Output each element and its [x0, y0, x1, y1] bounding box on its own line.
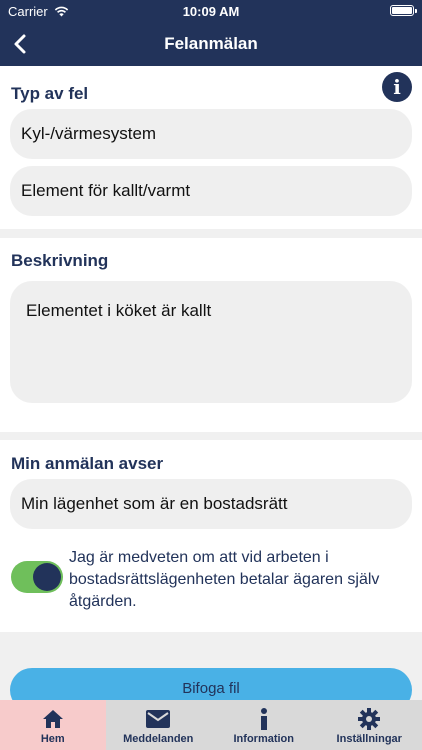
navigation-bar: Felanmälan: [0, 22, 422, 66]
tab-messages[interactable]: Meddelanden: [106, 700, 212, 750]
mail-icon: [146, 708, 171, 730]
home-icon: [41, 708, 65, 730]
tab-information[interactable]: Information: [211, 700, 317, 750]
fault-type-section: Typ av fel Kyl-/värmesystem Element för …: [0, 66, 422, 229]
tab-information-label: Information: [233, 733, 295, 745]
fault-category-field[interactable]: Kyl-/värmesystem: [10, 109, 412, 159]
tab-settings[interactable]: Inställningar: [317, 700, 422, 750]
tab-messages-label: Meddelanden: [123, 733, 194, 745]
info-icon: [252, 708, 276, 730]
clock: 10:09 AM: [182, 4, 240, 19]
fault-type-title: Typ av fel: [11, 84, 89, 103]
status-bar: Carrier 10:09 AM: [0, 0, 422, 22]
battery-icon: [390, 5, 417, 16]
tab-settings-label: Inställningar: [336, 733, 402, 745]
info-icon[interactable]: i: [382, 72, 412, 102]
consent-text: Jag är medveten om att vid arbeten i bos…: [69, 549, 380, 610]
description-textarea[interactable]: Elementet i köket är kallt: [10, 281, 412, 403]
tab-home-label: Hem: [40, 733, 65, 745]
description-title: Beskrivning: [11, 251, 109, 270]
tab-home[interactable]: Hem: [0, 700, 106, 750]
concerns-field[interactable]: Min lägenhet som är en bostadsrätt: [10, 479, 412, 529]
gear-icon: [357, 708, 381, 730]
toggle-knob: [33, 563, 61, 591]
fault-subcategory-field[interactable]: Element för kallt/varmt: [10, 166, 412, 216]
consent-toggle[interactable]: [11, 561, 63, 593]
page-title: Felanmälan: [164, 34, 258, 53]
tab-bar: Hem Meddelanden Information Inställninga…: [0, 700, 422, 750]
description-section: Beskrivning Elementet i köket är kallt: [0, 238, 422, 432]
concerns-title: Min anmälan avser: [11, 454, 164, 473]
